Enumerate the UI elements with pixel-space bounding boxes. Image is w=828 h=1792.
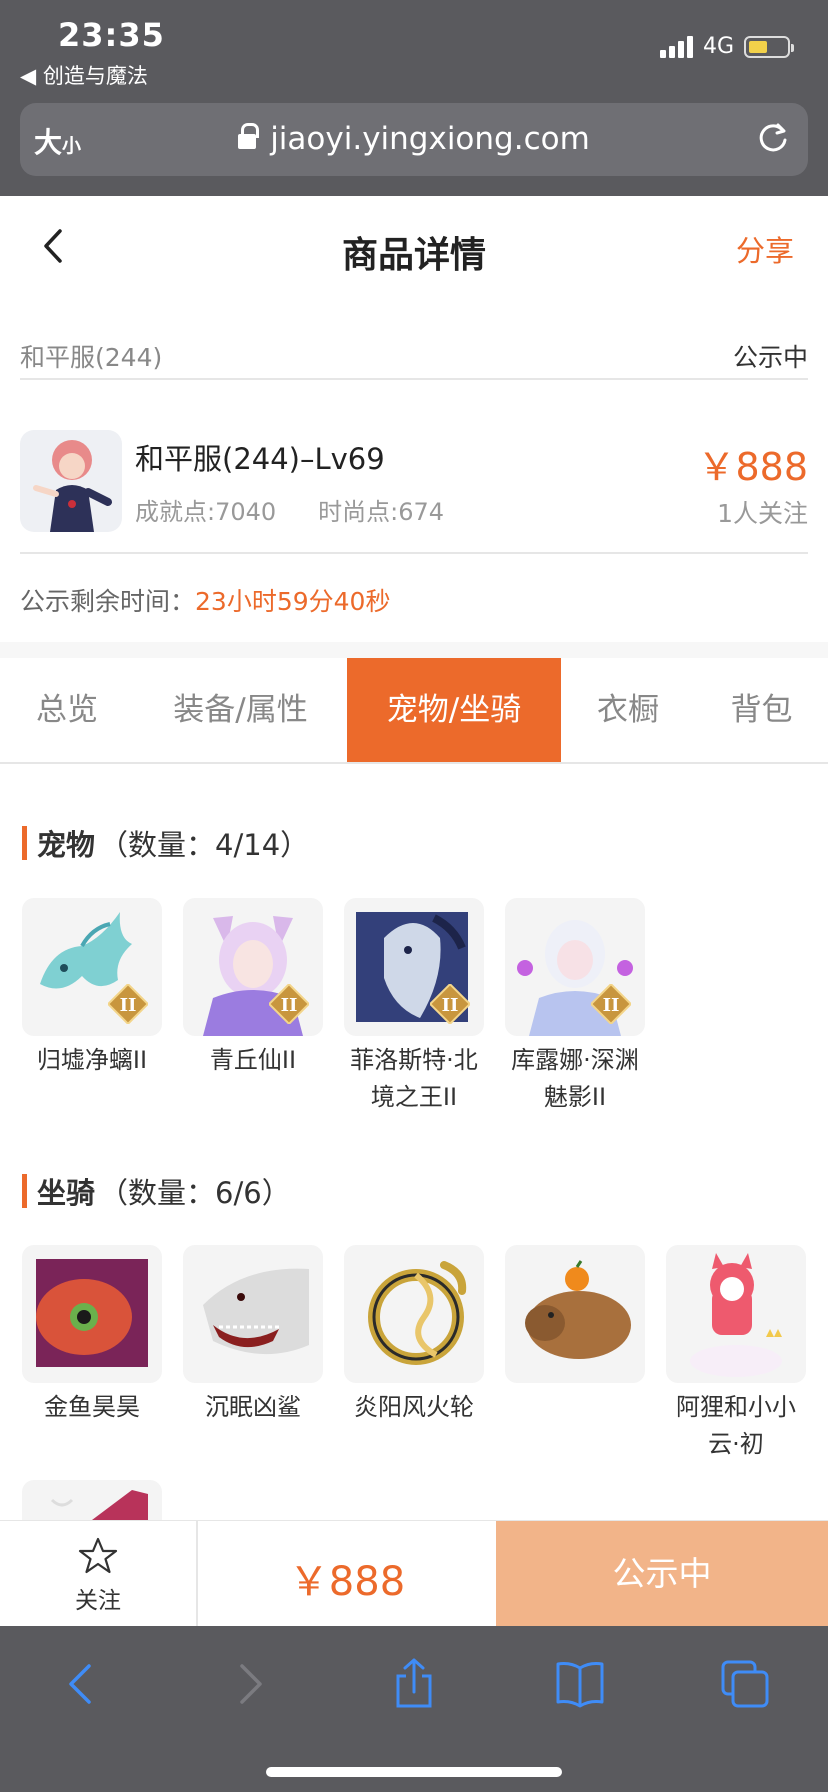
list-item[interactable]: 金鱼昊昊 (22, 1245, 162, 1463)
list-item[interactable]: 炎阳风火轮 (344, 1245, 484, 1463)
pet-name: 菲洛斯特·北境之王II (350, 1046, 478, 1111)
share-icon[interactable] (386, 1656, 442, 1712)
browser-forward-icon[interactable] (220, 1656, 276, 1712)
bottom-action-bar: 关注 ￥888 公示中 (0, 1520, 828, 1627)
bottom-price: ￥888 (288, 1559, 406, 1605)
achievement-points: 成就点:7040 (135, 498, 277, 526)
tab-wardrobe[interactable]: 衣橱 (561, 658, 695, 762)
character-avatar (20, 430, 122, 532)
list-item[interactable]: II 菲洛斯特·北境之王II (344, 898, 484, 1116)
sale-status: 公示中 (732, 343, 808, 372)
list-item[interactable]: II 青丘仙II (183, 898, 323, 1116)
url-text: jiaoyi.yingxiong.com (270, 121, 590, 157)
server-name: 和平服(244) (20, 343, 163, 372)
follow-button[interactable]: 关注 (0, 1521, 198, 1627)
tab-overview[interactable]: 总览 (0, 658, 134, 762)
list-item[interactable] (505, 1245, 645, 1463)
product-stats: 成就点:7040 时尚点:674 (135, 492, 444, 527)
timer-value: 23小时59分40秒 (195, 587, 391, 616)
list-item[interactable]: II 库露娜·深渊魅影II (505, 898, 645, 1116)
mount-name: 炎阳风火轮 (354, 1393, 474, 1421)
mount-image (183, 1245, 323, 1383)
browser-toolbar (0, 1626, 828, 1792)
follower-count: 1人关注 (717, 499, 808, 528)
svg-text:II: II (442, 995, 459, 1016)
product-summary: 和平服(244)–Lv69 成就点:7040 时尚点:674 ￥888 1人关注 (20, 406, 808, 554)
pet-name: 青丘仙II (209, 1046, 297, 1074)
mount-image (22, 1245, 162, 1383)
tabs-icon[interactable] (717, 1656, 773, 1712)
tier-badge-icon: II (430, 984, 470, 1024)
server-row: 和平服(244) 公示中 (20, 330, 808, 380)
tab-backpack[interactable]: 背包 (695, 658, 828, 762)
pet-image: II (183, 898, 323, 1036)
page-header: 商品详情 分享 (0, 196, 828, 300)
bookmarks-icon[interactable] (552, 1656, 608, 1712)
pet-name: 库露娜·深渊魅影II (511, 1046, 639, 1111)
mount-image (505, 1245, 645, 1383)
network-type: 4G (702, 34, 734, 59)
browser-back-icon[interactable] (55, 1656, 111, 1712)
follow-label: 关注 (75, 1588, 121, 1614)
pets-section-title: 宠物 （数量：4/14） (22, 822, 309, 864)
publicity-timer: 公示剩余时间：23小时59分40秒 (20, 582, 390, 618)
mount-name: 金鱼昊昊 (44, 1393, 140, 1421)
back-to-app-link[interactable]: ◀ 创造与魔法 (20, 60, 148, 90)
pets-grid: II 归墟净螭II II 青丘仙II II 菲洛斯特·北境之王II II 库露娜… (22, 898, 645, 1116)
address-bar[interactable]: 大小 jiaoyi.yingxiong.com (20, 103, 808, 176)
fashion-points: 时尚点:674 (318, 498, 445, 526)
pet-name: 归墟净螭II (36, 1046, 148, 1074)
reload-icon[interactable] (756, 121, 790, 155)
tier-badge-icon: II (591, 984, 631, 1024)
list-item[interactable]: 阿狸和小小云·初 (666, 1245, 806, 1463)
status-and-address-area: 23:35 ◀ 创造与魔法 4G 大小 jiaoyi.yingxiong.com (0, 0, 828, 196)
tab-pets-mounts[interactable]: 宠物/坐骑 (347, 658, 561, 762)
pet-image: II (22, 898, 162, 1036)
product-name: 和平服(244)–Lv69 (135, 442, 385, 476)
svg-text:II: II (603, 995, 620, 1016)
mounts-section-title: 坐骑 （数量：6/6） (22, 1170, 291, 1212)
share-button[interactable]: 分享 (736, 228, 794, 270)
timer-label: 公示剩余时间： (20, 587, 196, 616)
signal-icon (659, 35, 693, 58)
tab-equipment[interactable]: 装备/属性 (134, 658, 347, 762)
section-divider (0, 642, 828, 658)
pet-image: II (344, 898, 484, 1036)
status-indicators: 4G (659, 34, 794, 59)
pet-image: II (505, 898, 645, 1036)
status-time: 23:35 (58, 16, 165, 54)
mount-image (344, 1245, 484, 1383)
mount-image-partial[interactable] (22, 1480, 162, 1520)
list-item[interactable]: 沉眠凶鲨 (183, 1245, 323, 1463)
page-title: 商品详情 (341, 235, 486, 276)
product-price: ￥888 (697, 445, 808, 489)
star-icon (78, 1537, 118, 1574)
list-item[interactable]: II 归墟净螭II (22, 898, 162, 1116)
home-indicator (266, 1767, 562, 1777)
mount-image (666, 1245, 806, 1383)
url-field[interactable]: jiaoyi.yingxiong.com (20, 121, 808, 157)
tier-badge-icon: II (108, 984, 148, 1024)
battery-icon (744, 35, 794, 58)
mount-name: 沉眠凶鲨 (205, 1393, 301, 1421)
tier-badge-icon: II (269, 984, 309, 1024)
svg-text:II: II (281, 995, 298, 1016)
mount-name: 阿狸和小小云·初 (676, 1393, 796, 1458)
lock-icon (238, 123, 260, 151)
mounts-grid: 金鱼昊昊 沉眠凶鲨 炎阳风火轮 阿狸和小小云·初 (22, 1245, 806, 1463)
status-button[interactable]: 公示中 (496, 1521, 828, 1627)
svg-text:II: II (120, 995, 137, 1016)
detail-tabs: 总览 装备/属性 宠物/坐骑 衣橱 背包 (0, 658, 828, 764)
